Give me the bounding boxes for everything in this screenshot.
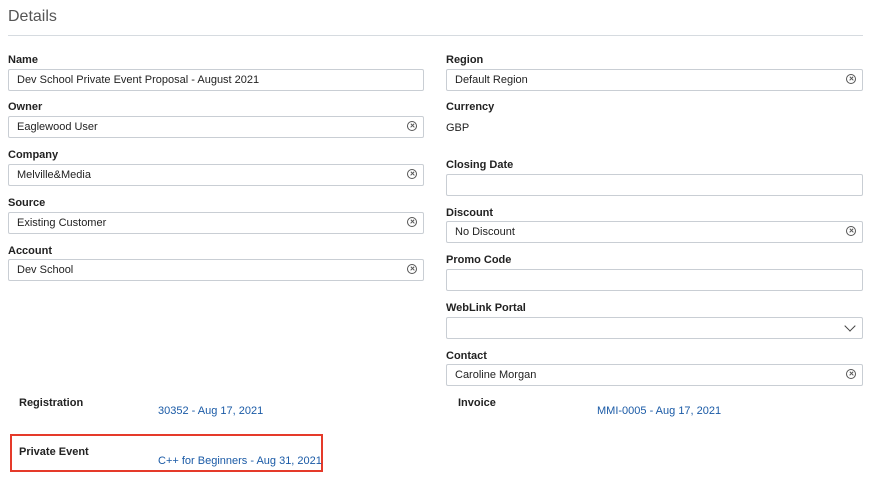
currency-label: Currency	[446, 101, 495, 113]
clear-icon[interactable]	[407, 169, 417, 179]
discount-field[interactable]: No Discount	[446, 221, 863, 243]
region-field[interactable]: Default Region	[446, 69, 863, 91]
clear-icon[interactable]	[407, 121, 417, 131]
account-field[interactable]: Dev School	[8, 259, 424, 281]
name-label: Name	[8, 54, 38, 66]
clear-icon[interactable]	[846, 226, 856, 236]
region-label: Region	[446, 54, 484, 66]
company-value: Melville&Media	[17, 169, 91, 181]
currency-value: GBP	[446, 122, 470, 134]
registration-label: Registration	[19, 397, 84, 409]
closing-date-label: Closing Date	[446, 159, 514, 171]
invoice-link[interactable]: MMI-0005 - Aug 17, 2021	[597, 405, 721, 417]
source-value: Existing Customer	[17, 217, 107, 229]
contact-field[interactable]: Caroline Morgan	[446, 364, 863, 386]
account-label: Account	[8, 245, 52, 257]
clear-icon[interactable]	[846, 74, 856, 84]
company-label: Company	[8, 149, 59, 161]
clear-icon[interactable]	[407, 217, 417, 227]
weblink-portal-label: WebLink Portal	[446, 302, 526, 314]
owner-label: Owner	[8, 101, 43, 113]
invoice-label: Invoice	[458, 397, 496, 409]
chevron-down-icon[interactable]	[844, 320, 856, 332]
contact-label: Contact	[446, 350, 487, 362]
name-value: Dev School Private Event Proposal - Augu…	[17, 74, 260, 86]
section-title: Details	[8, 8, 57, 25]
owner-value: Eaglewood User	[17, 121, 98, 133]
company-field[interactable]: Melville&Media	[8, 164, 424, 186]
section-divider	[8, 35, 863, 36]
clear-icon[interactable]	[846, 369, 856, 379]
source-label: Source	[8, 197, 46, 209]
owner-field[interactable]: Eaglewood User	[8, 116, 424, 138]
name-field[interactable]: Dev School Private Event Proposal - Augu…	[8, 69, 424, 91]
registration-link[interactable]: 30352 - Aug 17, 2021	[158, 405, 263, 417]
discount-value: No Discount	[455, 226, 515, 238]
region-value: Default Region	[455, 74, 528, 86]
closing-date-field[interactable]	[446, 174, 863, 196]
weblink-portal-select[interactable]	[446, 317, 863, 339]
private-event-label: Private Event	[19, 446, 89, 458]
private-event-link[interactable]: C++ for Beginners - Aug 31, 2021	[158, 455, 322, 467]
discount-label: Discount	[446, 207, 494, 219]
account-value: Dev School	[17, 264, 74, 276]
contact-value: Caroline Morgan	[455, 369, 537, 381]
source-field[interactable]: Existing Customer	[8, 212, 424, 234]
promo-code-field[interactable]	[446, 269, 863, 291]
promo-code-label: Promo Code	[446, 254, 512, 266]
clear-icon[interactable]	[407, 264, 417, 274]
